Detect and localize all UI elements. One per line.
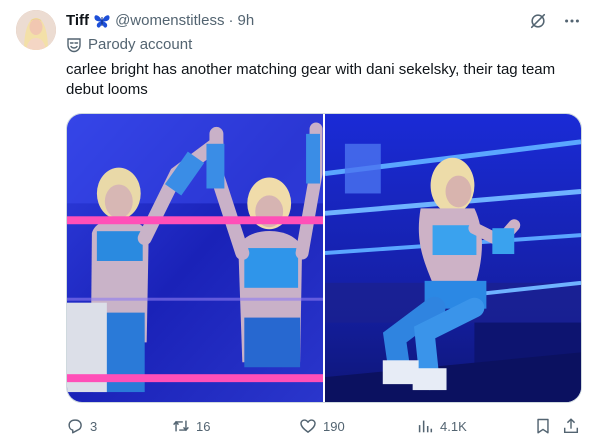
media-photo-1[interactable] [67,114,323,402]
parody-badge: Parody account [66,36,192,53]
butterfly-icon [93,13,111,29]
parody-mask-icon [66,37,82,53]
bookmark-button[interactable] [534,416,552,436]
timestamp[interactable]: 9h [238,11,255,31]
reply-button[interactable]: 3 [66,416,97,436]
views-icon [418,420,433,433]
author-handle[interactable]: @womenstitless [115,11,224,31]
media-grid [66,113,582,403]
more-icon[interactable] [562,11,582,31]
tweet-text: carlee bright has another matching gear … [66,61,556,98]
author-name[interactable]: Tiff [66,11,89,31]
avatar[interactable] [16,10,56,50]
like-button[interactable]: 190 [299,416,345,436]
like-count: 190 [323,418,345,434]
photo-1-image [67,114,323,402]
bookmark-icon [537,418,549,434]
reply-icon [68,419,82,434]
reply-count: 3 [90,418,98,434]
share-icon [563,418,579,434]
retweet-icon [173,420,189,432]
retweet-count: 16 [196,418,211,434]
tweet-card[interactable]: Tiff @womenstitless · 9h Parody account … [0,0,598,448]
separator-dot: · [228,12,234,29]
avatar-image [16,10,56,50]
like-icon [300,419,316,433]
retweet-button[interactable]: 16 [172,416,210,436]
media-photo-2[interactable] [325,114,581,402]
header-actions [528,11,582,31]
views-button[interactable]: 4.1K [416,416,467,436]
parody-label: Parody account [88,36,193,53]
tweet-header: Tiff @womenstitless · 9h [66,11,582,31]
photo-2-image [325,114,581,402]
share-button[interactable] [562,416,580,436]
grok-icon[interactable] [528,11,548,31]
view-count: 4.1K [440,418,467,434]
action-bar: 3 16 190 4.1K [66,416,582,436]
